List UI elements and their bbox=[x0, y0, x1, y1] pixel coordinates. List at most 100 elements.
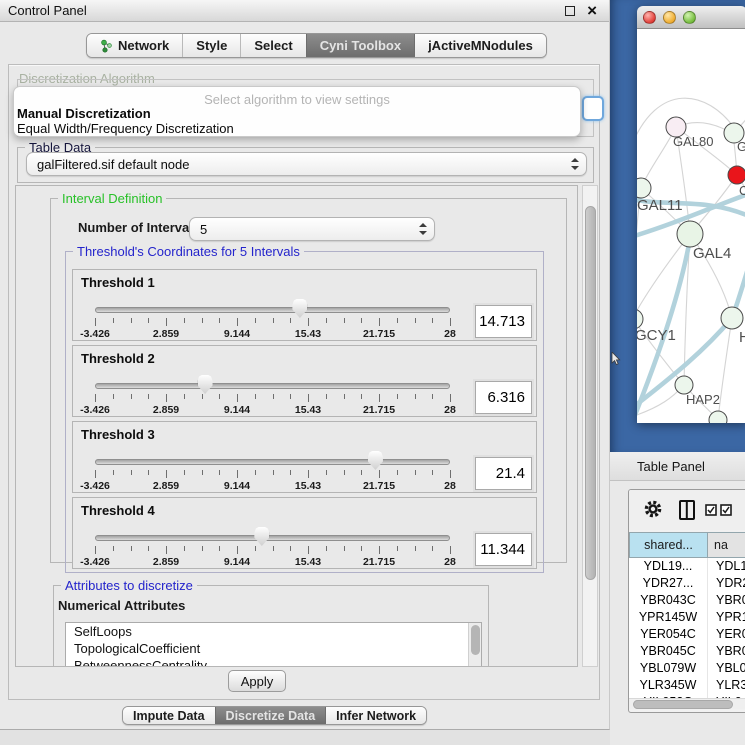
slider-tick bbox=[184, 394, 185, 399]
slider-tick bbox=[184, 470, 185, 475]
threshold-label: Threshold 4 bbox=[81, 503, 155, 518]
network-node-gcy1[interactable] bbox=[637, 309, 643, 329]
slider-tick-label: 28 bbox=[444, 404, 456, 416]
table-horizontal-scrollbar-thumb[interactable] bbox=[633, 700, 733, 709]
threshold-value-field[interactable]: 14.713 bbox=[475, 305, 532, 338]
mouse-cursor bbox=[611, 352, 621, 366]
screen: Control Panel × NetworkStyleSelectCyni T… bbox=[0, 0, 745, 745]
tab-cyni-toolbox[interactable]: Cyni Toolbox bbox=[306, 34, 414, 57]
network-node-gal4[interactable] bbox=[677, 221, 703, 247]
algorithm-combobox[interactable] bbox=[582, 96, 604, 121]
slider-tick bbox=[361, 318, 362, 323]
table-row[interactable]: YPR145WYPR1 bbox=[629, 609, 745, 626]
slider-tick bbox=[415, 546, 416, 551]
slider-tick-label: -3.426 bbox=[80, 404, 110, 416]
mac-zoom-icon[interactable] bbox=[683, 11, 696, 24]
close-icon[interactable]: × bbox=[587, 0, 597, 22]
threshold-value-field[interactable]: 21.4 bbox=[475, 457, 532, 490]
table-row[interactable]: YBL079WYBL0 bbox=[629, 660, 745, 677]
slider-tick bbox=[255, 546, 256, 551]
thresholds-group-title: Threshold's Coordinates for 5 Intervals bbox=[73, 244, 304, 259]
table-cell: YDR2 bbox=[708, 575, 745, 592]
table-row[interactable]: YDL19...YDL1 bbox=[629, 558, 745, 575]
algorithm-option-manual-discretization[interactable]: Manual Discretization bbox=[17, 106, 577, 120]
attribute-item-topologicalcoefficient[interactable]: TopologicalCoefficient bbox=[66, 640, 481, 657]
network-edge[interactable] bbox=[641, 127, 676, 188]
apply-button[interactable]: Apply bbox=[228, 670, 286, 692]
threshold-value-field[interactable]: 11.344 bbox=[475, 533, 532, 566]
number-of-intervals-combobox[interactable]: 5 bbox=[189, 217, 435, 241]
table-data-combobox[interactable]: galFiltered.sif default node bbox=[26, 152, 587, 176]
vertical-scrollbar-thumb[interactable] bbox=[585, 206, 596, 580]
slider-tick-label: 15.43 bbox=[295, 480, 321, 492]
threshold-slider-thumb[interactable] bbox=[254, 527, 269, 546]
table-row[interactable]: YBR043CYBR0 bbox=[629, 592, 745, 609]
slider-tick bbox=[308, 318, 309, 326]
slider-tick bbox=[273, 546, 274, 551]
slider-tick-label: 2.859 bbox=[153, 404, 179, 416]
threshold-slider-track[interactable] bbox=[95, 535, 450, 541]
gear-icon[interactable] bbox=[643, 499, 663, 522]
attribute-item-betweennesscentrality[interactable]: BetweennessCentrality bbox=[66, 657, 481, 667]
attributes-scrollbar[interactable] bbox=[468, 623, 481, 667]
threshold-panel: Threshold 2 6.316 -3.4262.8599.14415.432… bbox=[72, 345, 537, 417]
numerical-attributes-list[interactable]: SelfLoopsTopologicalCoefficientBetweenne… bbox=[65, 622, 482, 667]
threshold-slider-track[interactable] bbox=[95, 307, 450, 313]
float-window-icon[interactable] bbox=[565, 6, 575, 16]
mac-close-icon[interactable] bbox=[643, 11, 656, 24]
network-node-h[interactable] bbox=[721, 307, 743, 329]
slider-tick bbox=[113, 546, 114, 551]
tab-discretize-data[interactable]: Discretize Data bbox=[215, 707, 326, 724]
column-header-name[interactable]: na bbox=[708, 532, 745, 558]
slider-tick bbox=[361, 546, 362, 551]
tab-style[interactable]: Style bbox=[182, 34, 240, 57]
tab-network[interactable]: Network bbox=[87, 34, 182, 57]
slider-tick bbox=[273, 470, 274, 475]
table-horizontal-scrollbar[interactable] bbox=[629, 698, 745, 709]
table-row[interactable]: YDR27...YDR2 bbox=[629, 575, 745, 592]
vertical-scrollbar[interactable] bbox=[582, 185, 598, 667]
slider-tick bbox=[379, 470, 380, 478]
mac-minimize-icon[interactable] bbox=[663, 11, 676, 24]
attributes-scrollbar-thumb[interactable] bbox=[471, 625, 480, 655]
attribute-item-selfloops[interactable]: SelfLoops bbox=[66, 623, 481, 640]
combo-stepper-icon bbox=[571, 158, 579, 170]
threshold-slider-thumb[interactable] bbox=[198, 375, 213, 394]
table-row[interactable]: YER054CYER0 bbox=[629, 626, 745, 643]
slider-tick-label: 9.144 bbox=[224, 556, 250, 568]
slider-tick bbox=[326, 394, 327, 399]
network-canvas[interactable]: GAL80GACGAL11GAL4GCY1HHAP2 bbox=[637, 29, 745, 423]
tab-impute-data[interactable]: Impute Data bbox=[123, 707, 215, 724]
control-panel-titlebar: Control Panel × bbox=[0, 0, 609, 22]
slider-tick bbox=[344, 546, 345, 551]
table-row[interactable]: YLR345WYLR3 bbox=[629, 677, 745, 694]
tab-select[interactable]: Select bbox=[240, 34, 305, 57]
slider-tick bbox=[166, 318, 167, 326]
threshold-slider-thumb[interactable] bbox=[368, 451, 383, 470]
threshold-slider-track[interactable] bbox=[95, 383, 450, 389]
slider-tick bbox=[255, 318, 256, 323]
tab-jactivemnodules[interactable]: jActiveMNodules bbox=[414, 34, 546, 57]
window-title: Control Panel bbox=[8, 3, 87, 18]
slider-tick bbox=[237, 318, 238, 326]
table-cell: YBL0 bbox=[708, 660, 745, 677]
slider-tick bbox=[361, 470, 362, 475]
select-columns-icon[interactable] bbox=[705, 504, 733, 519]
algorithm-option-equal-width-frequency-discretization[interactable]: Equal Width/Frequency Discretization bbox=[17, 121, 577, 135]
tab-infer-network[interactable]: Infer Network bbox=[325, 707, 426, 724]
slider-tick bbox=[379, 318, 380, 326]
split-view-icon[interactable] bbox=[679, 500, 695, 520]
table-cell: YDR27... bbox=[629, 575, 708, 592]
threshold-slider-thumb[interactable] bbox=[292, 299, 307, 318]
threshold-slider-track[interactable] bbox=[95, 459, 450, 465]
slider-tick-label: 15.43 bbox=[295, 328, 321, 340]
network-icon bbox=[100, 39, 113, 53]
threshold-value-field[interactable]: 6.316 bbox=[475, 381, 532, 414]
column-header-shared-name[interactable]: shared... bbox=[629, 532, 708, 558]
table-row[interactable]: YBR045CYBR0 bbox=[629, 643, 745, 660]
network-node-c[interactable] bbox=[728, 166, 745, 184]
network-view-window: GAL80GACGAL11GAL4GCY1HHAP2 bbox=[637, 6, 745, 423]
slider-tick-label: 2.859 bbox=[153, 480, 179, 492]
cyni-toolbox-panel: Discretization Algorithm Select algorith… bbox=[8, 64, 600, 700]
table-cell: YBR045C bbox=[629, 643, 708, 660]
